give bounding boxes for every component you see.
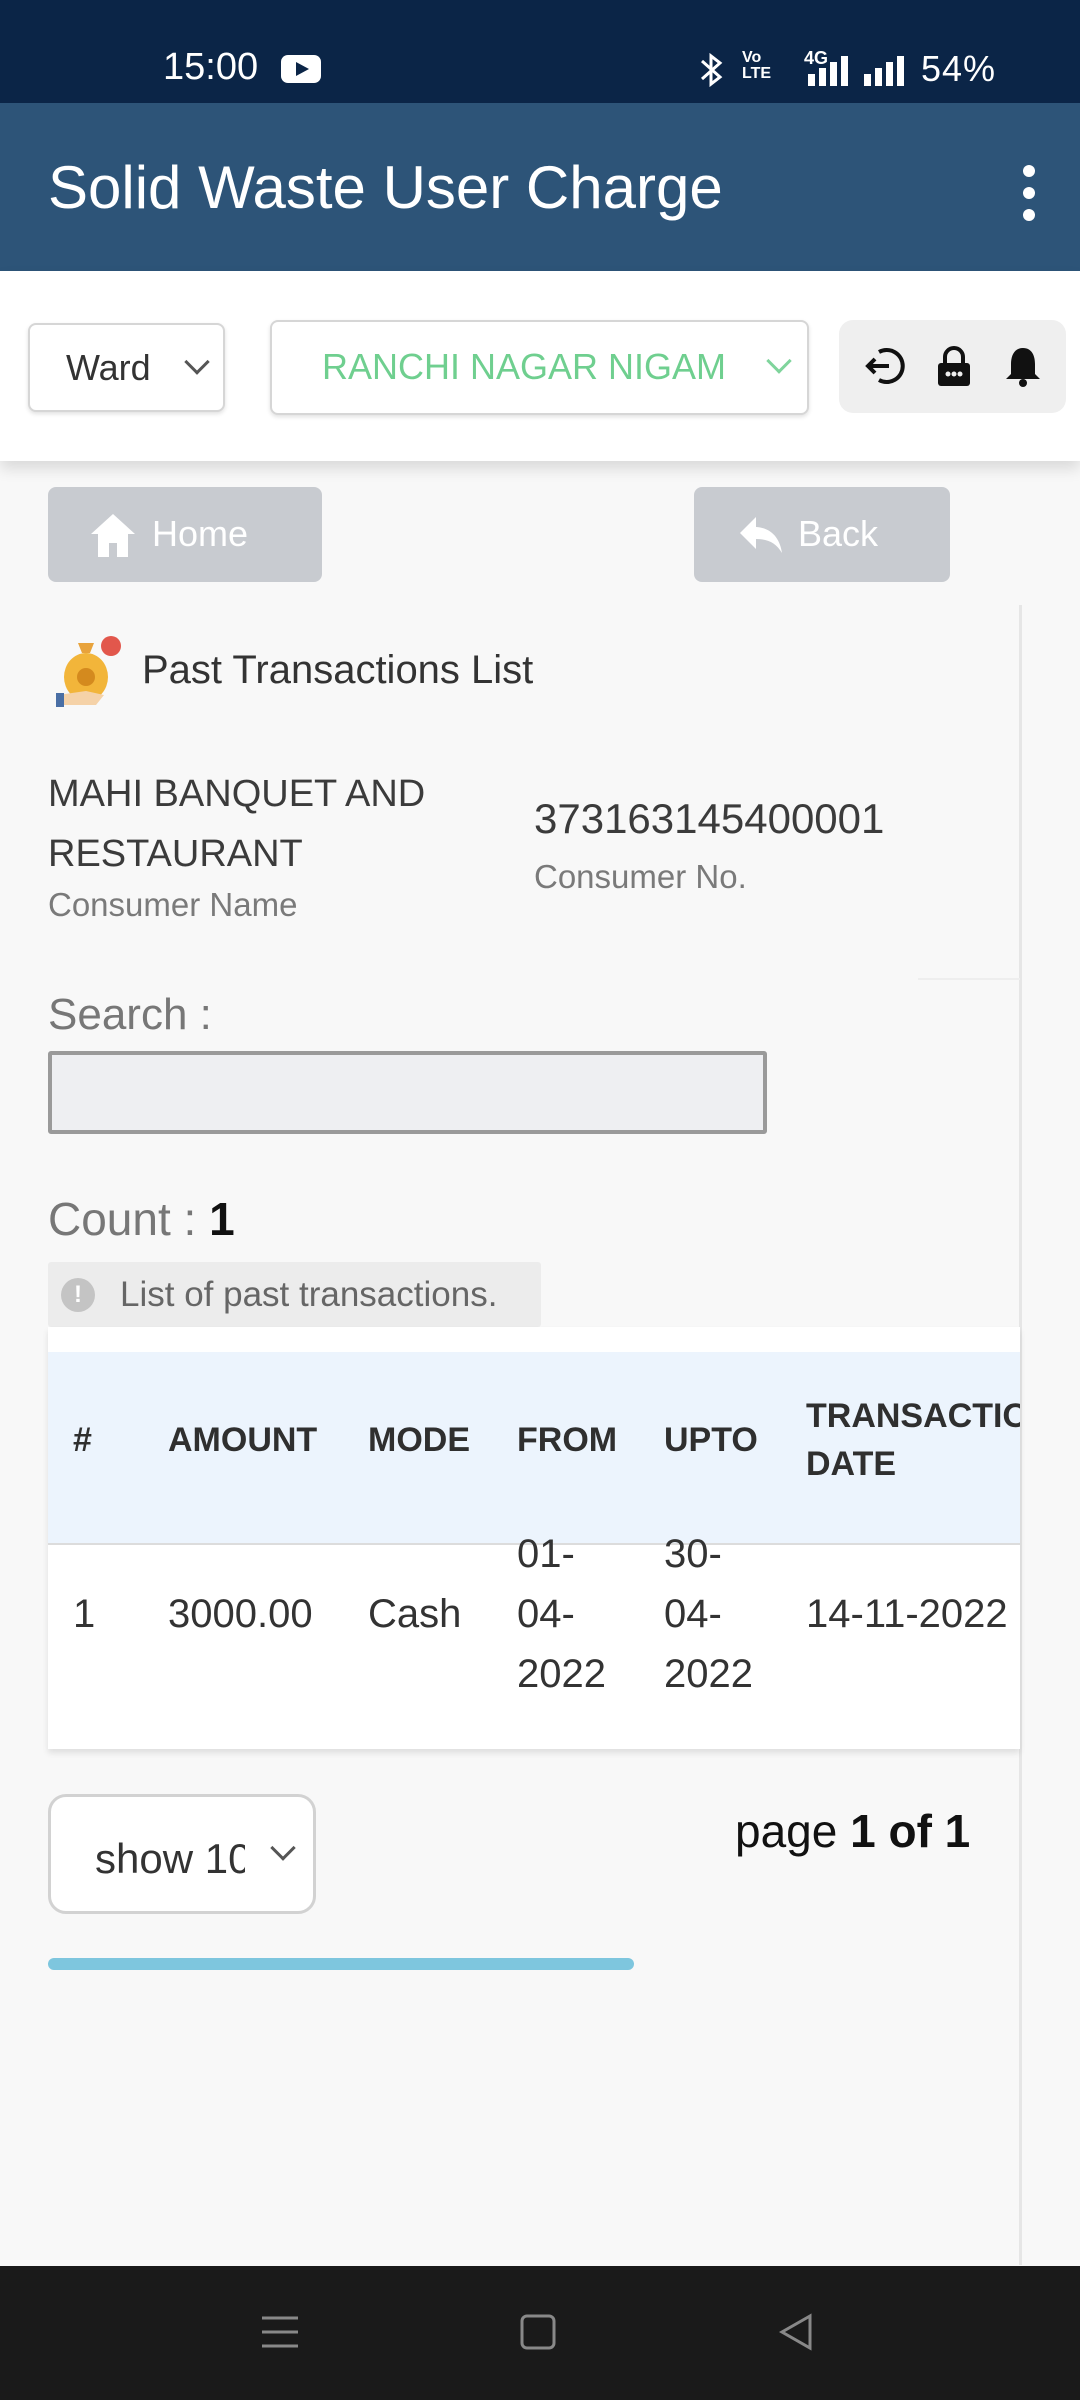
cell-amount: 3000.00 <box>168 1592 313 1636</box>
page-indicator: page 1 of 1 <box>735 1804 970 1858</box>
header-index: # <box>73 1421 92 1459</box>
home-button-label: Home <box>152 513 249 554</box>
chevron-down-icon <box>766 348 792 374</box>
volte-label: Vo LTE <box>742 49 772 82</box>
info-caption: ! List of past transactions. <box>48 1262 541 1327</box>
page-size-value: show 10 <box>95 1835 245 1882</box>
ward-select[interactable]: Ward <box>28 323 225 412</box>
page-title: Past Transactions List <box>142 648 534 692</box>
page-value: 1 of 1 <box>850 1805 971 1857</box>
header-from: FROM <box>517 1421 618 1459</box>
status-bar: 15:00 Vo LTE 4G 54% <box>0 0 1080 103</box>
info-icon: ! <box>61 1278 95 1312</box>
cell-upto: 30- 04- 2022 <box>664 1532 753 1696</box>
header-transaction-date-line1: TRANSACTIO <box>806 1397 1020 1435</box>
horizontal-scrollbar[interactable] <box>48 1958 634 1970</box>
lock-icon[interactable] <box>932 344 976 388</box>
ulb-select-value: RANCHI NAGAR NIGAM <box>322 346 727 387</box>
page-label: page <box>735 1805 838 1857</box>
consumer-number-label: Consumer No. <box>534 858 747 895</box>
header-upto: UPTO <box>664 1421 758 1459</box>
table-header: # AMOUNT MODE FROM UPTO TRANSACTIO DATE <box>48 1352 1020 1545</box>
home-icon <box>91 514 135 557</box>
info-text: List of past transactions. <box>120 1275 498 1314</box>
bluetooth-icon <box>701 52 723 88</box>
chevron-down-icon <box>270 1835 296 1861</box>
app-title: Solid Waste User Charge <box>48 154 723 221</box>
header-transaction-date-line2: DATE <box>806 1445 897 1483</box>
consumer-number: 373163145400001 <box>534 795 885 842</box>
bell-icon[interactable] <box>1001 344 1045 388</box>
back-button-label: Back <box>798 513 879 554</box>
overflow-menu-icon[interactable] <box>1014 165 1044 225</box>
youtube-icon <box>281 55 321 83</box>
home-square-icon[interactable] <box>518 2310 558 2354</box>
cell-index: 1 <box>73 1592 96 1636</box>
transactions-table[interactable]: # AMOUNT MODE FROM UPTO TRANSACTIO DATE … <box>48 1327 1020 1749</box>
action-icons <box>839 320 1066 413</box>
signal-strength-icon <box>808 56 848 86</box>
cell-transaction-date: 14-11-2022 <box>806 1592 1008 1636</box>
header-mode: MODE <box>368 1421 470 1459</box>
count-label: Count : <box>48 1193 197 1245</box>
divider <box>918 978 1020 980</box>
count-display: Count : 1 <box>48 1192 235 1246</box>
page-size-select[interactable]: show 10 <box>48 1794 316 1914</box>
search-label: Search : <box>48 990 212 1039</box>
cell-mode: Cash <box>368 1592 462 1636</box>
search-input[interactable] <box>48 1051 767 1134</box>
consumer-name: MAHI BANQUET AND RESTAURANT <box>48 773 426 875</box>
back-triangle-icon[interactable] <box>776 2310 816 2354</box>
system-nav-bar <box>0 2266 1080 2400</box>
home-button[interactable]: Home <box>48 487 322 582</box>
battery-level: 54% <box>920 48 996 89</box>
back-button[interactable]: Back <box>694 487 950 582</box>
count-value: 1 <box>209 1193 235 1245</box>
app-bar: Solid Waste User Charge <box>0 103 1080 271</box>
ulb-select[interactable]: RANCHI NAGAR NIGAM <box>270 320 809 415</box>
chevron-down-icon <box>184 349 210 375</box>
ward-select-label: Ward <box>66 347 151 388</box>
consumer-name-label: Consumer Name <box>48 886 298 923</box>
status-time: 15:00 <box>163 46 259 88</box>
header-amount: AMOUNT <box>168 1421 318 1459</box>
cell-from: 01- 04- 2022 <box>517 1532 606 1696</box>
table-top-spacer <box>48 1327 1020 1352</box>
money-bag-icon <box>56 636 121 707</box>
signal-strength-icon-2 <box>864 56 904 86</box>
menu-icon[interactable] <box>260 2310 300 2354</box>
logout-icon[interactable] <box>863 344 907 388</box>
reply-icon <box>740 517 782 553</box>
filter-bar: Ward RANCHI NAGAR NIGAM <box>0 271 1080 461</box>
